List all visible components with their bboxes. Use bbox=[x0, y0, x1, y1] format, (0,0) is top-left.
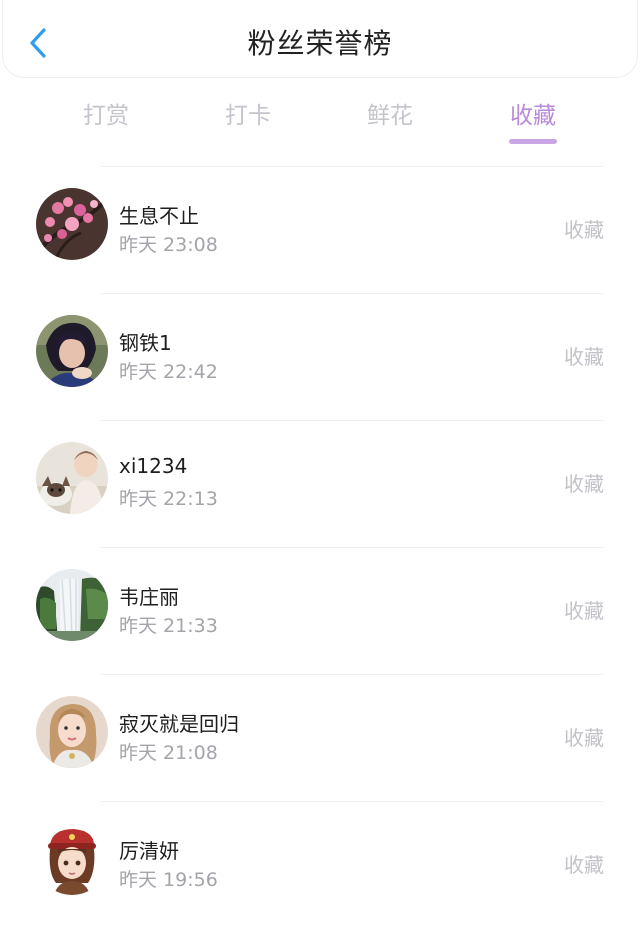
fan-time: 昨天 23:08 bbox=[119, 234, 218, 256]
list-item[interactable]: xi1234 昨天 22:13 收藏 bbox=[36, 420, 604, 547]
fan-time: 昨天 22:13 bbox=[119, 488, 218, 510]
fan-time: 昨天 22:42 bbox=[119, 361, 218, 383]
action-label: 收藏 bbox=[564, 726, 604, 750]
fan-name: xi1234 bbox=[119, 454, 188, 478]
fan-name: 生息不止 bbox=[119, 204, 199, 228]
fan-name: 钢铁1 bbox=[119, 331, 172, 355]
fan-list: 生息不止 昨天 23:08 收藏 钢铁1 昨天 22:42 收藏 xi1234 … bbox=[0, 166, 640, 928]
fan-name: 寂灭就是回归 bbox=[119, 712, 239, 736]
fan-time: 昨天 21:33 bbox=[119, 615, 218, 637]
fan-name: 韦庄丽 bbox=[119, 585, 179, 609]
list-item[interactable]: 生息不止 昨天 23:08 收藏 bbox=[36, 166, 604, 293]
fan-time: 昨天 21:08 bbox=[119, 742, 218, 764]
anime-girl-avatar bbox=[36, 823, 108, 895]
avatar bbox=[36, 315, 108, 387]
avatar bbox=[36, 569, 108, 641]
list-item[interactable]: 厉清妍 昨天 19:56 收藏 bbox=[36, 801, 604, 928]
tab-bar: 打赏 打卡 鲜花 收藏 bbox=[0, 96, 640, 152]
child-with-dog-avatar bbox=[36, 442, 108, 514]
woman-selfie-avatar bbox=[36, 696, 108, 768]
list-item[interactable]: 钢铁1 昨天 22:42 收藏 bbox=[36, 293, 604, 420]
action-label: 收藏 bbox=[564, 218, 604, 242]
action-label: 收藏 bbox=[564, 472, 604, 496]
list-item[interactable]: 寂灭就是回归 昨天 21:08 收藏 bbox=[36, 674, 604, 801]
action-label: 收藏 bbox=[564, 599, 604, 623]
tab-flowers[interactable]: 鲜花 bbox=[330, 96, 450, 130]
fan-time: 昨天 19:56 bbox=[119, 869, 218, 891]
avatar bbox=[36, 696, 108, 768]
action-label: 收藏 bbox=[564, 853, 604, 877]
tab-favorites[interactable]: 收藏 bbox=[473, 96, 593, 130]
avatar bbox=[36, 442, 108, 514]
list-item[interactable]: 韦庄丽 昨天 21:33 收藏 bbox=[36, 547, 604, 674]
tab-reward[interactable]: 打赏 bbox=[46, 96, 166, 130]
active-tab-indicator bbox=[509, 139, 557, 144]
avatar bbox=[36, 188, 108, 260]
waterfall-avatar bbox=[36, 569, 108, 641]
woman-portrait-avatar bbox=[36, 315, 108, 387]
top-nav-bar: 粉丝荣誉榜 bbox=[2, 0, 638, 78]
fan-name: 厉清妍 bbox=[119, 839, 179, 863]
tab-checkin[interactable]: 打卡 bbox=[188, 96, 308, 130]
plum-blossom-avatar bbox=[36, 188, 108, 260]
avatar bbox=[36, 823, 108, 895]
page-title: 粉丝荣誉榜 bbox=[247, 27, 393, 60]
action-label: 收藏 bbox=[564, 345, 604, 369]
